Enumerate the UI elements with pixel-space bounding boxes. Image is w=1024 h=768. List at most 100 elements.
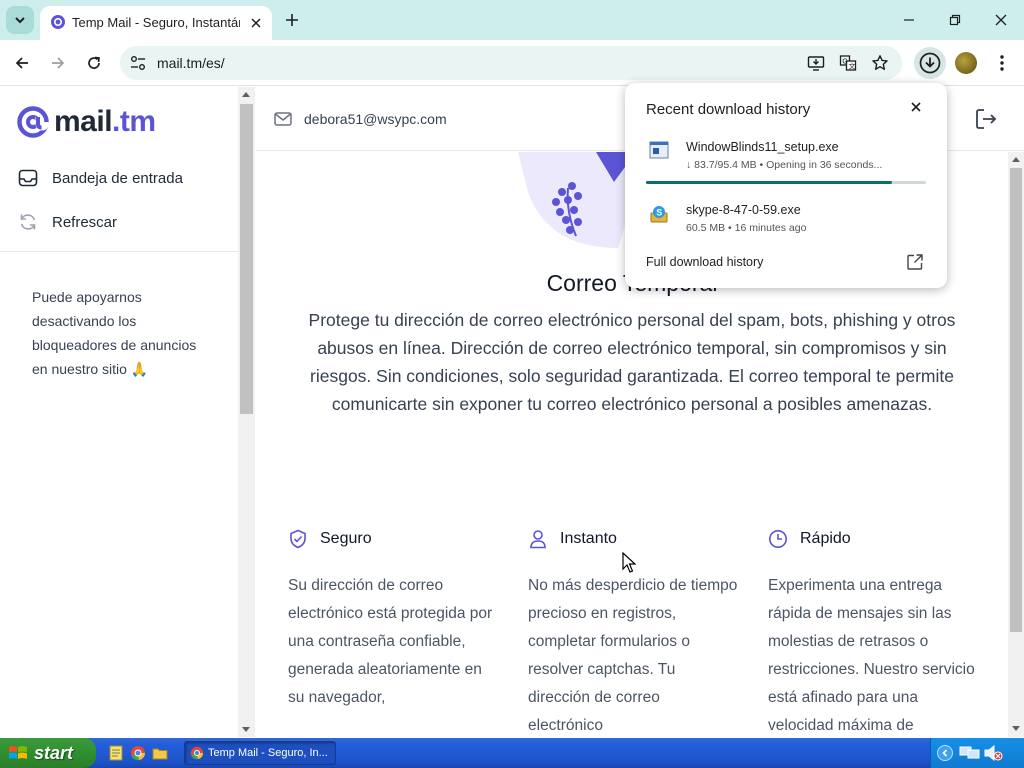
- scroll-down-icon: [1012, 726, 1020, 731]
- full-download-history-link[interactable]: Full download history: [646, 255, 763, 269]
- minimize-button[interactable]: [895, 6, 923, 34]
- feature-title: Instanto: [560, 530, 617, 547]
- logo-mail-text: mail: [54, 105, 113, 138]
- at-sign-logo-icon: [17, 106, 49, 138]
- bookmark-button[interactable]: [870, 53, 890, 73]
- feature-secure: Seguro Su dirección de correo electrónic…: [288, 528, 498, 712]
- volume-muted-icon[interactable]: [983, 745, 1003, 761]
- feature-title: Seguro: [320, 530, 372, 547]
- url-text: mail.tm/es/: [157, 55, 225, 71]
- refresh-icon: [20, 214, 36, 230]
- plus-icon: [286, 14, 298, 26]
- email-address[interactable]: debora51@wsypc.com: [304, 111, 447, 127]
- sidebar-item-label: Refrescar: [52, 213, 118, 231]
- user-icon: [530, 530, 546, 549]
- tab-close-button[interactable]: [246, 13, 266, 33]
- tab-title: Temp Mail - Seguro, Instantáneo: [72, 15, 240, 30]
- start-button[interactable]: start: [0, 738, 96, 768]
- sidebar-scroll-thumb[interactable]: [240, 104, 253, 414]
- adblock-support-text: Puede apoyarnos desactivando los bloquea…: [32, 289, 197, 377]
- browser-menu-button[interactable]: [990, 51, 1014, 75]
- downloads-button[interactable]: [914, 47, 946, 79]
- chrome-icon: [190, 746, 204, 760]
- download-progress-bar: [646, 181, 926, 184]
- sidebar-divider: [0, 251, 238, 252]
- scroll-up-icon: [242, 92, 250, 97]
- sidebar-item-refresh[interactable]: Refrescar: [18, 212, 117, 232]
- network-icon[interactable]: [959, 746, 981, 760]
- inbox-icon: [18, 169, 38, 187]
- translate-button[interactable]: G文: [838, 53, 858, 73]
- mouse-cursor-icon: [622, 552, 636, 573]
- back-button[interactable]: [8, 49, 36, 77]
- feature-body: No más desperdicio de tiempo precioso en…: [528, 577, 738, 734]
- sidebar: mail.tm Bandeja de entrada Refrescar Pue…: [0, 87, 238, 737]
- arrow-right-icon: [52, 57, 65, 69]
- sidebar-item-label: Bandeja de entrada: [52, 169, 183, 187]
- sidebar-item-inbox[interactable]: Bandeja de entrada: [18, 168, 183, 188]
- svg-text:S: S: [656, 207, 662, 217]
- feature-title: Rápido: [800, 530, 851, 547]
- mail-icon: [274, 112, 292, 126]
- feature-body: Su dirección de correo electrónico está …: [288, 577, 493, 706]
- new-tab-button[interactable]: [280, 8, 304, 32]
- shield-check-icon: [290, 529, 306, 549]
- install-app-button[interactable]: [806, 53, 826, 73]
- logout-icon: [976, 109, 997, 129]
- chrome-icon[interactable]: [130, 745, 146, 761]
- svg-text:G: G: [842, 58, 847, 65]
- close-icon: [911, 102, 921, 112]
- mailtm-logo[interactable]: mail.tm: [16, 105, 156, 139]
- start-label: start: [34, 742, 74, 763]
- open-in-new-icon: [907, 254, 923, 270]
- download-progress-fill: [646, 181, 892, 184]
- installer-icon: [649, 141, 669, 159]
- download-status: ↓ 83.7/95.4 MB • Opening in 36 seconds..…: [686, 159, 883, 171]
- install-icon: [807, 56, 825, 71]
- system-tray: [930, 738, 1024, 768]
- tab-temp-mail[interactable]: Temp Mail - Seguro, Instantáneo: [40, 6, 272, 40]
- browser-toolbar: mail.tm/es/ G文: [0, 40, 1024, 86]
- download-filename: skype-8-47-0-59.exe: [686, 203, 801, 217]
- arrow-left-icon: [15, 57, 28, 69]
- profile-avatar[interactable]: [955, 52, 977, 74]
- scroll-up-icon: [1012, 157, 1020, 162]
- feature-body: Experimenta una entrega rápida de mensaj…: [768, 577, 975, 734]
- folder-icon[interactable]: [152, 745, 168, 761]
- clock-icon: [769, 530, 787, 548]
- restore-icon: [949, 14, 961, 26]
- forward-button[interactable]: [44, 49, 72, 77]
- open-in-new-button[interactable]: [906, 253, 924, 271]
- main-scroll-thumb[interactable]: [1010, 168, 1022, 632]
- notepad-icon[interactable]: [108, 745, 124, 761]
- download-history-popup: Recent download history WindowBlinds11_s…: [625, 83, 947, 288]
- hero-description: Protege tu dirección de correo electróni…: [308, 310, 956, 414]
- close-window-button[interactable]: [987, 6, 1015, 34]
- site-settings-icon[interactable]: [130, 55, 146, 71]
- skype-installer-icon: S: [650, 206, 668, 223]
- close-icon: [995, 14, 1007, 26]
- reload-icon: [88, 56, 100, 69]
- address-bar[interactable]: mail.tm/es/ G文: [120, 46, 902, 80]
- taskbar-item-chrome[interactable]: Temp Mail - Seguro, In...: [184, 741, 336, 765]
- windows-logo-icon: [9, 746, 27, 759]
- restore-button[interactable]: [941, 6, 969, 34]
- logout-button[interactable]: [974, 107, 998, 131]
- star-icon: [872, 55, 888, 70]
- svg-text:文: 文: [849, 62, 856, 71]
- chevron-left-icon: [942, 749, 948, 757]
- taskbar: start Temp Mail - Seguro, In...: [0, 738, 1024, 768]
- download-popup-title: Recent download history: [646, 101, 811, 118]
- translate-icon: G文: [839, 55, 857, 71]
- taskbar-item-label: Temp Mail - Seguro, In...: [208, 747, 328, 759]
- feature-fast: Rápido Experimenta una entrega rápida de…: [768, 528, 978, 737]
- download-popup-close-button[interactable]: [906, 97, 926, 117]
- tray-expand-button[interactable]: [937, 745, 953, 761]
- close-icon: [251, 18, 261, 28]
- tab-strip: Temp Mail - Seguro, Instantáneo: [0, 0, 1024, 40]
- reload-button[interactable]: [80, 49, 108, 77]
- tab-search-button[interactable]: [6, 6, 34, 34]
- minimize-icon: [904, 19, 914, 21]
- download-filename: WindowBlinds11_setup.exe: [686, 140, 839, 154]
- download-icon: [919, 52, 941, 74]
